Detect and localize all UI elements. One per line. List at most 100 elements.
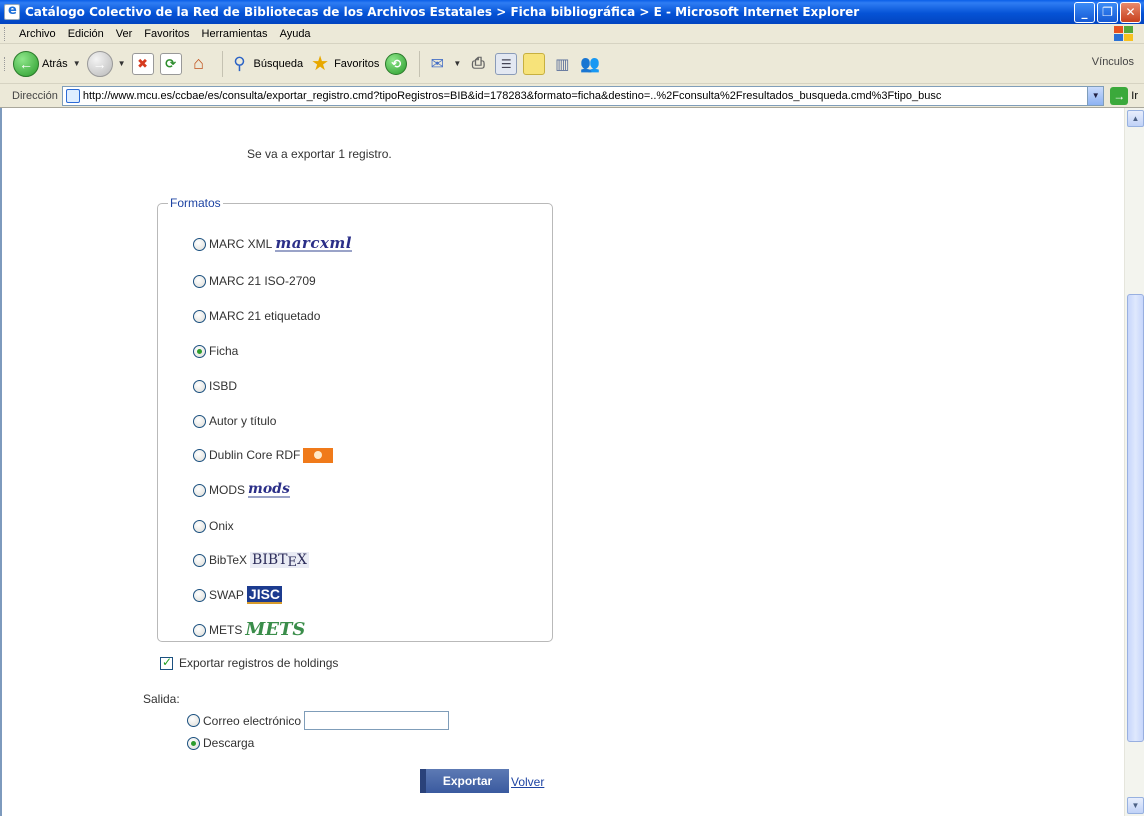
toolbar: ← Atrás ▼ → ▼ ✖ ⟳ ⌂ ⚲ Búsqueda ★ Favorit… <box>0 44 1144 84</box>
format-option-onix[interactable]: Onix <box>193 516 234 536</box>
scroll-thumb[interactable] <box>1127 294 1144 742</box>
output-option-download[interactable]: Descarga <box>187 736 254 750</box>
holdings-checkbox[interactable] <box>160 655 173 670</box>
radio-autor-titulo[interactable] <box>193 414 206 428</box>
print-button[interactable]: ⎙ <box>467 53 489 75</box>
radio-isbd[interactable] <box>193 379 206 393</box>
menu-grip <box>4 26 7 41</box>
address-label: Dirección <box>12 89 58 102</box>
back-link[interactable]: Volver <box>511 775 544 789</box>
search-label: Búsqueda <box>253 57 304 70</box>
forward-arrow-icon: → <box>86 50 113 77</box>
dropdown-arrow-icon[interactable]: ▼ <box>73 59 81 68</box>
mail-icon: ✉ <box>430 55 445 73</box>
radio-onix[interactable] <box>193 519 206 533</box>
mail-button[interactable]: ✉ ▼ <box>426 53 462 75</box>
holdings-label: Exportar registros de holdings <box>179 656 339 670</box>
toolbar-grip <box>4 56 7 71</box>
export-button[interactable]: Exportar <box>420 769 509 793</box>
export-info: Se va a exportar 1 registro. <box>247 147 392 161</box>
format-option-swap[interactable]: SWAP JISC <box>193 585 283 605</box>
marcxml-logo: marcxml <box>275 234 352 252</box>
format-option-mets[interactable]: METS METS <box>193 620 305 640</box>
format-option-mods[interactable]: MODS mods <box>193 480 290 500</box>
refresh-icon: ⟳ <box>159 52 182 75</box>
radio-marc21-iso[interactable] <box>193 274 206 288</box>
format-option-marcxml[interactable]: MARC XML marcxml <box>193 234 352 254</box>
format-option-bibtex[interactable]: BibTeX BIBT E X <box>193 550 309 570</box>
back-arrow-icon: ← <box>13 50 39 77</box>
format-label: ISBD <box>209 379 238 393</box>
radio-marc21-etiquetado[interactable] <box>193 309 206 323</box>
edit-icon: ☰ <box>495 52 518 75</box>
research-button[interactable]: ▥ <box>551 53 573 75</box>
ie-icon <box>4 3 20 20</box>
scroll-down-icon[interactable]: ▼ <box>1127 797 1144 814</box>
radio-mods[interactable] <box>193 483 206 497</box>
windows-logo-icon <box>1112 25 1136 43</box>
refresh-button[interactable]: ⟳ <box>159 52 182 75</box>
links-label[interactable]: Vínculos <box>1092 56 1134 68</box>
home-icon: ⌂ <box>193 53 204 73</box>
maximize-button[interactable]: ❐ <box>1097 1 1118 23</box>
menu-ver[interactable]: Ver <box>110 28 139 40</box>
vertical-scrollbar[interactable]: ▲ ▼ <box>1124 108 1144 816</box>
close-button[interactable]: ✕ <box>1120 1 1141 23</box>
format-option-marc21-iso[interactable]: MARC 21 ISO-2709 <box>193 271 316 291</box>
format-label: BibTeX <box>209 553 248 567</box>
messenger-button[interactable]: 👥 <box>579 53 601 75</box>
menu-favoritos[interactable]: Favoritos <box>138 28 195 40</box>
format-label: METS <box>209 623 243 637</box>
radio-email[interactable] <box>187 714 200 727</box>
format-option-isbd[interactable]: ISBD <box>193 376 237 396</box>
format-option-autor-titulo[interactable]: Autor y título <box>193 411 276 431</box>
home-button[interactable]: ⌂ <box>188 53 210 75</box>
radio-bibtex[interactable] <box>193 553 206 567</box>
minimize-button[interactable]: _ <box>1074 1 1095 23</box>
rdf-logo-icon <box>303 447 334 463</box>
edit-button[interactable]: ☰ <box>495 52 518 75</box>
history-button[interactable]: ⟲ <box>385 52 408 75</box>
output-option-label: Correo electrónico <box>203 713 302 728</box>
radio-swap[interactable] <box>193 588 206 602</box>
window-titlebar: Catálogo Colectivo de la Red de Bibliote… <box>0 0 1144 24</box>
toolbar-separator <box>419 50 421 77</box>
format-option-marc21-etiquetado[interactable]: MARC 21 etiquetado <box>193 306 320 326</box>
radio-marcxml[interactable] <box>193 237 206 251</box>
stop-button[interactable]: ✖ <box>131 52 154 75</box>
search-button[interactable]: ⚲ Búsqueda <box>229 53 304 75</box>
email-field[interactable] <box>304 711 450 730</box>
favorites-button[interactable]: ★ Favoritos <box>309 53 379 75</box>
mods-logo: mods <box>248 481 290 498</box>
radio-ficha[interactable] <box>193 344 206 358</box>
address-url[interactable]: http://www.mcu.es/ccbae/es/consulta/expo… <box>83 90 1087 102</box>
back-label: Atrás <box>42 57 68 70</box>
menu-herramientas[interactable]: Herramientas <box>196 28 274 40</box>
menu-archivo[interactable]: Archivo <box>13 28 62 40</box>
output-option-email[interactable]: Correo electrónico <box>187 711 450 730</box>
forward-button[interactable]: → ▼ <box>86 50 126 77</box>
printer-icon: ⎙ <box>471 54 485 72</box>
go-button[interactable]: → Ir <box>1110 86 1138 105</box>
format-option-ficha[interactable]: Ficha <box>193 341 238 361</box>
dropdown-arrow-icon[interactable]: ▼ <box>118 59 126 68</box>
radio-download[interactable] <box>187 736 200 750</box>
menu-edicion[interactable]: Edición <box>62 28 110 40</box>
back-button[interactable]: ← Atrás ▼ <box>13 50 81 77</box>
messenger-icon: 👥 <box>580 55 601 73</box>
output-option-label: Descarga <box>203 736 255 750</box>
menu-ayuda[interactable]: Ayuda <box>274 28 317 40</box>
page-content: Se va a exportar 1 registro. Formatos MA… <box>0 108 1144 816</box>
format-option-dublin-core[interactable]: Dublin Core RDF <box>193 445 334 465</box>
radio-dublin-core[interactable] <box>193 448 206 462</box>
format-label: MARC 21 ISO-2709 <box>209 274 316 288</box>
radio-mets[interactable] <box>193 623 206 637</box>
format-label: Autor y título <box>209 414 277 428</box>
history-icon: ⟲ <box>385 52 408 75</box>
address-input[interactable]: http://www.mcu.es/ccbae/es/consulta/expo… <box>61 85 1105 106</box>
address-dropdown-icon[interactable]: ▼ <box>1087 86 1104 105</box>
notes-button[interactable] <box>523 52 546 75</box>
scroll-up-icon[interactable]: ▲ <box>1127 110 1144 127</box>
holdings-option[interactable]: Exportar registros de holdings <box>160 655 339 670</box>
dropdown-arrow-icon[interactable]: ▼ <box>453 59 461 68</box>
